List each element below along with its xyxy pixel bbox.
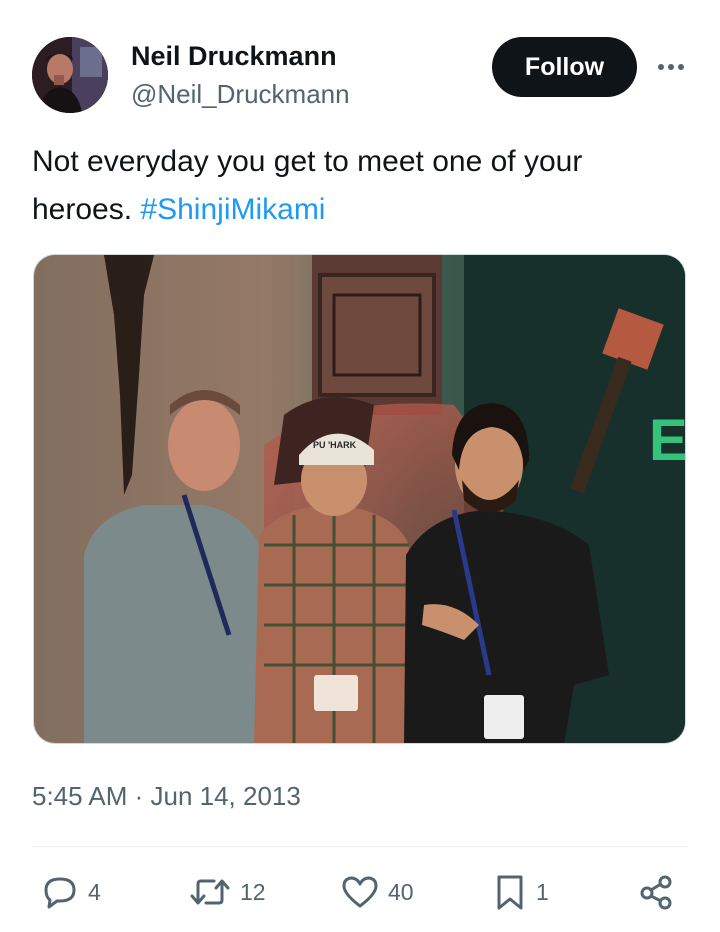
like-count: 40 — [388, 878, 414, 905]
cap-text: PU 'HARK — [313, 440, 357, 450]
share-button[interactable] — [636, 870, 676, 914]
more-options-button[interactable] — [651, 50, 691, 84]
author-handle[interactable]: @Neil_Druckmann — [131, 78, 350, 110]
bookmark-icon — [497, 875, 523, 910]
heart-icon — [342, 876, 378, 908]
tweet-timestamp[interactable]: 5:45 AM · Jun 14, 2013 — [32, 778, 301, 814]
bookmark-button[interactable]: 1 — [492, 870, 549, 914]
sign-text: EV W — [649, 408, 686, 473]
author-display-name[interactable]: Neil Druckmann — [131, 40, 337, 72]
more-dots-icon — [658, 64, 684, 70]
bookmark-count: 1 — [536, 878, 549, 905]
follow-button[interactable]: Follow — [492, 37, 637, 97]
avatar[interactable] — [32, 37, 108, 113]
tweet-photo[interactable]: EV W PU 'HARK — [33, 254, 686, 744]
retweet-count: 12 — [240, 878, 266, 905]
like-button[interactable]: 40 — [340, 870, 414, 914]
retweet-button[interactable]: 12 — [188, 870, 266, 914]
actions-divider — [32, 846, 688, 847]
retweet-icon — [190, 879, 230, 905]
share-icon — [640, 875, 672, 910]
tweet-text: Not everyday you get to meet one of your… — [32, 138, 682, 234]
hashtag-link[interactable]: #ShinjiMikami — [140, 193, 325, 226]
reply-count: 4 — [88, 878, 101, 905]
reply-icon — [44, 877, 76, 909]
reply-button[interactable]: 4 — [40, 870, 101, 914]
